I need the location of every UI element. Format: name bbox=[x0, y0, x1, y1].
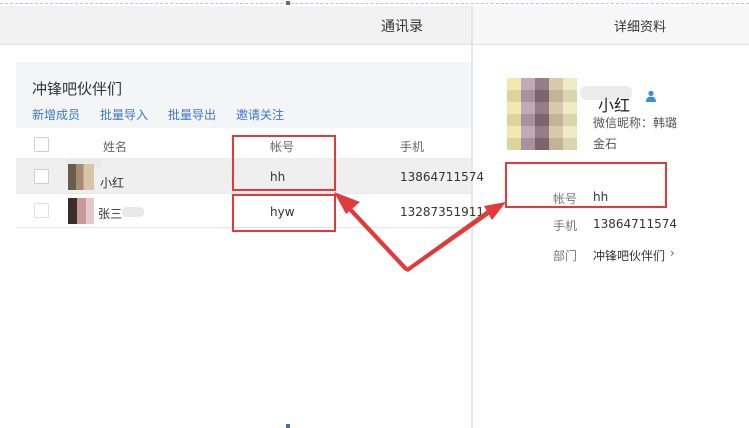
detail-value-department[interactable]: 冲锋吧伙伴们 bbox=[593, 247, 665, 264]
person-icon bbox=[645, 90, 657, 102]
add-member-button[interactable]: 新增成员 bbox=[32, 106, 80, 123]
company-name: 金石 bbox=[593, 137, 618, 151]
chevron-right-icon[interactable]: › bbox=[670, 246, 675, 260]
detail-label-department: 部门 bbox=[553, 249, 578, 263]
batch-export-button[interactable]: 批量导出 bbox=[168, 106, 216, 123]
detail-title: 详细资料 bbox=[614, 20, 667, 35]
contacts-title: 通讯录 bbox=[381, 19, 423, 35]
batch-import-button[interactable]: 批量导入 bbox=[100, 106, 148, 123]
detail-value-account: hh bbox=[593, 190, 609, 204]
highlight-detail-account bbox=[505, 162, 667, 208]
detail-name: 小红 bbox=[598, 96, 631, 115]
row-phone: 13287351911 bbox=[400, 205, 484, 219]
guide-tick-bottom bbox=[286, 424, 290, 428]
row-name: 张三 bbox=[98, 207, 123, 221]
row-name: 小红 bbox=[100, 176, 125, 190]
row-checkbox[interactable] bbox=[34, 169, 49, 184]
detail-value-phone: 13864711574 bbox=[593, 217, 677, 231]
wechat-nickname: 微信昵称：韩璐 bbox=[593, 116, 678, 130]
avatar bbox=[68, 198, 94, 224]
row-checkbox[interactable] bbox=[34, 203, 49, 218]
detail-header bbox=[473, 6, 749, 45]
top-guide-line bbox=[0, 3, 749, 4]
invite-follow-button[interactable]: 邀请关注 bbox=[236, 106, 284, 123]
row-phone: 13864711574 bbox=[400, 170, 484, 184]
highlight-account-row bbox=[232, 194, 336, 232]
detail-avatar bbox=[507, 78, 577, 150]
detail-label-phone: 手机 bbox=[553, 219, 578, 233]
avatar bbox=[68, 164, 94, 190]
column-header-phone: 手机 bbox=[400, 140, 425, 154]
select-all-checkbox[interactable] bbox=[34, 137, 49, 152]
guide-tick-top bbox=[286, 1, 290, 5]
highlight-account-header bbox=[232, 135, 336, 191]
column-header-name: 姓名 bbox=[103, 140, 128, 154]
detail-label-account: 帐号 bbox=[553, 192, 578, 206]
group-title: 冲锋吧伙伴们 bbox=[32, 80, 123, 98]
arrow-right-head bbox=[484, 202, 506, 220]
name-blur bbox=[122, 207, 144, 217]
